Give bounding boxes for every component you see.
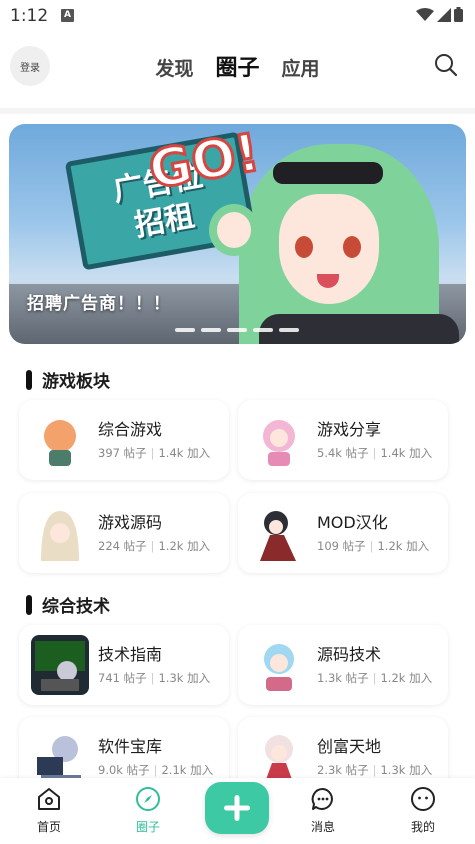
- nav-messages[interactable]: 消息: [293, 786, 353, 835]
- status-icons: [416, 7, 463, 22]
- circle-thumbnail: [31, 410, 89, 470]
- compass-icon: [136, 787, 160, 811]
- nav-circles[interactable]: 圈子: [118, 786, 178, 835]
- circle-card-general-games[interactable]: 综合游戏 397 帖子 | 1.4k 加入: [19, 400, 229, 480]
- post-count: 5.4k 帖子: [317, 446, 369, 460]
- nav-label: 我的: [410, 820, 435, 834]
- nav-profile[interactable]: 我的: [393, 786, 453, 835]
- post-count: 9.0k 帖子: [98, 763, 150, 777]
- pagination-dot[interactable]: [201, 328, 221, 332]
- nav-label: 消息: [310, 820, 335, 834]
- nav-home[interactable]: 首页: [19, 786, 79, 835]
- member-count: 1.2k 加入: [377, 539, 430, 553]
- member-count: 1.3k 加入: [380, 763, 433, 777]
- nav-label: 首页: [36, 820, 61, 834]
- home-icon: [38, 788, 60, 810]
- post-count: 1.3k 帖子: [317, 671, 369, 685]
- section-title-games: 游戏板块: [26, 367, 110, 392]
- circle-stats: 741 帖子 | 1.3k 加入: [98, 671, 211, 685]
- top-header: 登录 发现 圈子 应用: [0, 40, 475, 96]
- post-count: 741 帖子: [98, 671, 147, 685]
- circle-card-source-tech[interactable]: 源码技术 1.3k 帖子 | 1.2k 加入: [238, 625, 448, 705]
- circle-card-tech-guide[interactable]: 技术指南 741 帖子 | 1.3k 加入: [19, 625, 229, 705]
- pagination-dot[interactable]: [227, 328, 247, 332]
- status-time: 1:12: [10, 6, 49, 26]
- section-marker: [26, 369, 32, 390]
- post-count: 397 帖子: [98, 446, 147, 460]
- member-count: 1.4k 加入: [158, 446, 211, 460]
- section-title-tech: 综合技术: [26, 592, 110, 617]
- member-count: 1.2k 加入: [158, 539, 211, 553]
- search-icon[interactable]: [433, 52, 459, 78]
- profile-icon: [411, 787, 435, 811]
- circle-name: 创富天地: [317, 737, 382, 756]
- banner-pagination: [175, 328, 299, 332]
- circle-stats: 224 帖子 | 1.2k 加入: [98, 539, 211, 553]
- member-count: 2.1k 加入: [161, 763, 214, 777]
- circle-stats: 1.3k 帖子 | 1.2k 加入: [317, 671, 433, 685]
- tab-discover[interactable]: 发现: [155, 54, 193, 81]
- member-count: 1.3k 加入: [158, 671, 211, 685]
- banner-eye-left: [295, 236, 313, 258]
- member-count: 1.4k 加入: [380, 446, 433, 460]
- header-divider: [0, 108, 475, 114]
- banner-chibi: [209, 204, 259, 256]
- pagination-dot[interactable]: [175, 328, 195, 332]
- message-icon: [311, 787, 333, 810]
- post-count: 109 帖子: [317, 539, 366, 553]
- wifi-icon: [416, 7, 434, 21]
- section-title-text: 综合技术: [42, 597, 110, 617]
- plus-icon: [224, 795, 250, 821]
- section-marker: [26, 594, 32, 615]
- bottom-navigation: 首页 圈子 消息 我的: [0, 778, 475, 844]
- notification-icon: A: [61, 9, 74, 22]
- circle-name: 综合游戏: [98, 420, 163, 439]
- section-title-text: 游戏板块: [42, 372, 110, 392]
- banner-caption: 招聘广告商！！！: [27, 294, 171, 314]
- circle-name: 游戏分享: [317, 420, 382, 439]
- circle-name: 游戏源码: [98, 513, 163, 532]
- banner-sunglasses: [273, 162, 383, 184]
- nav-label: 圈子: [135, 820, 160, 834]
- battery-icon: [454, 7, 463, 22]
- circle-card-mod-localization[interactable]: MOD汉化 109 帖子 | 1.2k 加入: [238, 493, 448, 573]
- circle-name: MOD汉化: [317, 513, 388, 532]
- circle-card-game-source[interactable]: 游戏源码 224 帖子 | 1.2k 加入: [19, 493, 229, 573]
- post-count: 2.3k 帖子: [317, 763, 369, 777]
- member-count: 1.2k 加入: [380, 671, 433, 685]
- tab-circles[interactable]: 圈子: [215, 50, 259, 82]
- circle-stats: 2.3k 帖子 | 1.3k 加入: [317, 763, 433, 777]
- ad-banner[interactable]: 广告位 招租 GO! 招聘广告商！！！: [9, 124, 466, 344]
- circle-stats: 9.0k 帖子 | 2.1k 加入: [98, 763, 214, 777]
- circle-thumbnail: [250, 635, 308, 695]
- pagination-dot[interactable]: [253, 328, 273, 332]
- circle-stats: 5.4k 帖子 | 1.4k 加入: [317, 446, 433, 460]
- circle-name: 技术指南: [98, 645, 163, 664]
- banner-eye-right: [343, 236, 361, 258]
- circle-stats: 397 帖子 | 1.4k 加入: [98, 446, 211, 460]
- circle-thumbnail: [31, 635, 89, 695]
- tab-apps[interactable]: 应用: [282, 54, 320, 81]
- circle-thumbnail: [31, 503, 89, 563]
- circle-name: 软件宝库: [98, 737, 163, 756]
- circle-stats: 109 帖子 | 1.2k 加入: [317, 539, 430, 553]
- circle-card-game-share[interactable]: 游戏分享 5.4k 帖子 | 1.4k 加入: [238, 400, 448, 480]
- top-tabs: 发现 圈子 应用: [0, 50, 475, 82]
- pagination-dot[interactable]: [279, 328, 299, 332]
- create-post-button[interactable]: [205, 782, 269, 834]
- circle-thumbnail: [250, 503, 308, 563]
- circle-thumbnail: [250, 410, 308, 470]
- post-count: 224 帖子: [98, 539, 147, 553]
- circle-name: 源码技术: [317, 645, 382, 664]
- cell-signal-icon: [437, 7, 451, 22]
- status-bar: 1:12 A: [0, 0, 475, 34]
